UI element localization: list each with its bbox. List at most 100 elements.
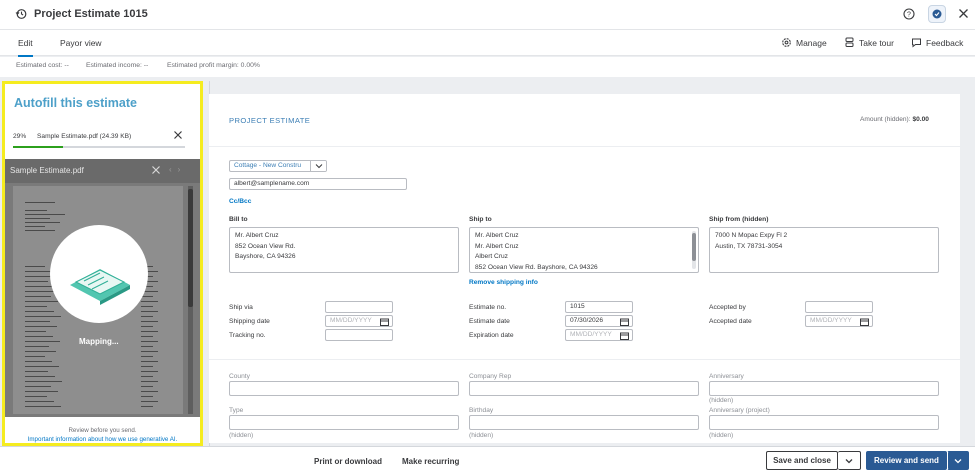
anniversary-label: Anniversary (709, 373, 744, 380)
document-text-line (141, 391, 158, 392)
cancel-upload-icon[interactable] (173, 130, 183, 142)
estimate-date-label: Estimate date (469, 318, 510, 325)
ship-to-label: Ship to (469, 216, 492, 223)
document-text-line (25, 210, 47, 211)
manage-button[interactable]: Manage (781, 37, 827, 48)
shipping-date-placeholder: MM/DD/YYYY (330, 317, 372, 324)
document-text-line (25, 281, 48, 282)
document-text-line (25, 346, 49, 347)
accepted-date-input[interactable]: MM/DD/YYYY (805, 315, 873, 327)
estimate-no-input[interactable]: 1015 (565, 301, 633, 313)
take-tour-label: Take tour (859, 37, 894, 48)
feedback-button[interactable]: Feedback (911, 37, 963, 48)
estimate-date-input[interactable]: 07/30/2026 (565, 315, 633, 327)
print-or-download-link[interactable]: Print or download (314, 457, 382, 466)
document-text-line (25, 336, 53, 337)
generative-ai-info-link[interactable]: Important information about how we use g… (5, 436, 200, 443)
document-text-line (141, 401, 158, 402)
accepted-by-input[interactable] (805, 301, 873, 313)
document-text-line (25, 341, 60, 342)
tour-icon (845, 37, 854, 47)
ship-via-input[interactable] (325, 301, 393, 313)
preview-nav-arrows[interactable]: ‹› (169, 165, 186, 174)
customer-select[interactable]: Cottage - New Constru (229, 160, 327, 172)
estimate-form: PROJECT ESTIMATE Amount (hidden): $0.00 … (209, 94, 960, 443)
chevron-down-icon (845, 458, 853, 463)
feedback-icon (912, 38, 921, 48)
document-text-line (141, 336, 153, 337)
amount-label: Amount (hidden): (860, 116, 911, 123)
mapping-status: Mapping... (79, 337, 119, 346)
autofill-title: Autofill this estimate (14, 96, 137, 110)
email-field[interactable]: albert@samplename.com (229, 178, 407, 190)
upload-percent: 29% (13, 133, 27, 140)
estimated-cost: Estimated cost: -- (16, 62, 69, 69)
anniversary-project-input[interactable] (709, 415, 939, 430)
estimate-no-label: Estimate no. (469, 304, 507, 311)
expiration-date-input[interactable]: MM/DD/YYYY (565, 329, 633, 341)
calendar-icon[interactable] (860, 318, 869, 326)
expiration-date-label: Expiration date (469, 332, 514, 339)
preview-scrollbar[interactable] (188, 189, 193, 307)
document-text-line (25, 401, 54, 402)
document-text-line (141, 361, 158, 362)
top-bar: Project Estimate 1015 ? (0, 0, 975, 30)
upload-file-name: Sample Estimate.pdf (24.39 KB) (37, 133, 132, 140)
gear-icon (782, 38, 791, 47)
bill-to-label: Bill to (229, 216, 248, 223)
calendar-icon[interactable] (620, 318, 629, 326)
document-text-line (141, 341, 158, 342)
document-text-line (25, 331, 46, 332)
tracking-no-label: Tracking no. (229, 332, 266, 339)
take-tour-button[interactable]: Take tour (844, 37, 894, 48)
tab-edit[interactable]: Edit (18, 38, 33, 57)
document-mapping-icon (70, 269, 130, 305)
document-text-line (141, 376, 153, 377)
section-divider (209, 359, 960, 360)
cc-bcc-link[interactable]: Cc/Bcc (229, 198, 251, 205)
calendar-icon[interactable] (380, 318, 389, 326)
ship-from-line: 7000 N Mopac Expy Fl 2 (715, 232, 788, 239)
type-input[interactable] (229, 415, 459, 430)
ship-from-label: Ship from (hidden) (709, 216, 769, 223)
close-icon[interactable] (958, 8, 969, 21)
company-rep-label: Company Rep (469, 373, 512, 380)
document-text-line (25, 386, 51, 387)
history-icon[interactable] (15, 8, 27, 22)
save-and-close-button[interactable]: Save and close (766, 451, 838, 470)
assistant-icon[interactable] (928, 5, 946, 23)
tracking-no-input[interactable] (325, 329, 393, 341)
document-text-line (141, 396, 153, 397)
document-text-line (25, 222, 60, 223)
shipping-date-input[interactable]: MM/DD/YYYY (325, 315, 393, 327)
remove-shipping-link[interactable]: Remove shipping info (469, 279, 538, 286)
bill-to-address[interactable]: Mr. Albert Cruz 852 Ocean View Rd. Baysh… (229, 227, 459, 273)
preview-file-name: Sample Estimate.pdf (10, 166, 84, 175)
send-options-dropdown[interactable] (947, 451, 969, 470)
save-options-dropdown[interactable] (838, 451, 861, 470)
ship-to-address[interactable]: Mr. Albert Cruz Mr. Albert Cruz Albert C… (469, 227, 699, 273)
ship-from-address[interactable]: 7000 N Mopac Expy Fl 2 Austin, TX 78731-… (709, 227, 939, 273)
help-icon[interactable]: ? (903, 8, 915, 22)
ship-to-scrollbar[interactable] (692, 231, 696, 269)
footer-bar: Print or download Make recurring Save an… (0, 446, 975, 476)
document-text-line (141, 351, 158, 352)
make-recurring-link[interactable]: Make recurring (402, 457, 459, 466)
anniversary-input[interactable] (709, 381, 939, 396)
metrics-bar: Estimated cost: -- Estimated income: -- … (0, 57, 975, 77)
document-text-line (25, 391, 58, 392)
document-text-line (25, 396, 47, 397)
document-text-line (141, 366, 153, 367)
review-and-send-button[interactable]: Review and send (866, 451, 947, 470)
ship-to-line: Mr. Albert Cruz (475, 232, 519, 239)
close-preview-icon[interactable] (151, 165, 161, 177)
customer-value: Cottage - New Constru (234, 162, 302, 169)
company-rep-input[interactable] (469, 381, 699, 396)
birthday-input[interactable] (469, 415, 699, 430)
document-text-line (25, 381, 62, 382)
county-input[interactable] (229, 381, 459, 396)
calendar-icon[interactable] (620, 332, 629, 340)
document-text-line (25, 306, 47, 307)
tab-payor-view[interactable]: Payor view (60, 38, 102, 48)
document-text-line (25, 326, 57, 327)
